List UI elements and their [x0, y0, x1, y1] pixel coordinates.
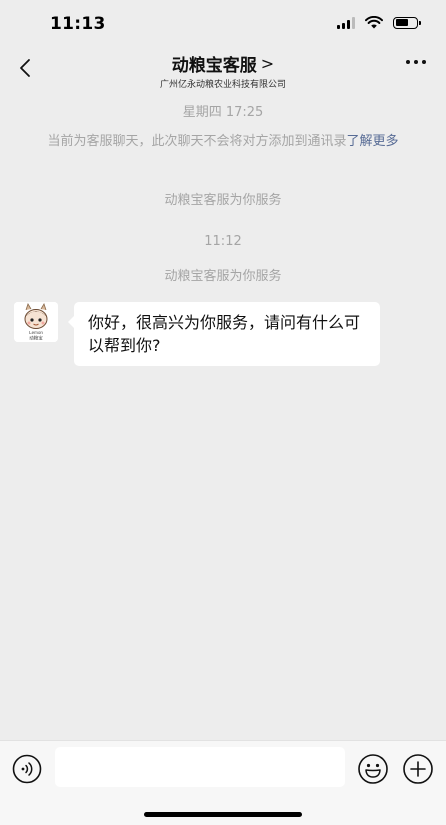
more-functions-button[interactable] [402, 753, 434, 785]
chat-subtitle: 广州亿永动粮农业科技有限公司 [159, 80, 286, 90]
customer-service-notice: 当前为客服聊天，此次聊天不会将对方添加到通讯录了解更多 [30, 131, 416, 153]
status-time: 11:13 [50, 14, 106, 34]
emoji-icon [358, 754, 388, 784]
navigation-bar: 动粮宝客服 > 广州亿永动粮农业科技有限公司 [0, 48, 446, 90]
dot [422, 60, 426, 64]
agent-avatar[interactable]: Lemon 动粮宝 [14, 302, 58, 342]
voice-input-button[interactable] [12, 754, 42, 784]
dot [406, 60, 410, 64]
status-bar: 11:13 [0, 0, 446, 48]
learn-more-link[interactable]: 了解更多 [347, 134, 399, 149]
emoji-button[interactable] [357, 753, 389, 785]
avatar-logo-text: Lemon [29, 330, 43, 335]
plus-icon [403, 754, 433, 784]
cellular-signal-icon [337, 16, 355, 29]
message-text: 你好，很高兴为你服务，请问有什么可以帮到你? [88, 313, 361, 355]
more-options-button[interactable] [406, 60, 426, 64]
chevron-right-icon: > [260, 54, 275, 73]
service-note: 动粮宝客服为你服务 [164, 193, 282, 208]
avatar-logo-caption: 动粮宝 [29, 335, 43, 342]
cartoon-mascot-icon: Lemon 动粮宝 [14, 302, 58, 342]
status-icons [337, 16, 421, 29]
message-bubble[interactable]: 你好，很高兴为你服务，请问有什么可以帮到你? [68, 302, 380, 366]
notice-text: 当前为客服聊天，此次聊天不会将对方添加到通讯录 [47, 134, 347, 149]
battery-icon [393, 16, 421, 29]
message-input[interactable] [55, 747, 345, 787]
chat-header[interactable]: 动粮宝客服 > 广州亿永动粮农业科技有限公司 [0, 51, 446, 90]
home-indicator [144, 812, 302, 817]
timestamp: 星期四 17:25 [182, 105, 264, 120]
timestamp: 11:12 [204, 234, 242, 249]
voice-icon [12, 754, 42, 784]
wifi-icon [365, 16, 383, 29]
chat-title-text: 动粮宝客服 [171, 56, 257, 76]
chat-title[interactable]: 动粮宝客服 > [172, 51, 274, 76]
dot [414, 60, 418, 64]
service-note: 动粮宝客服为你服务 [164, 269, 282, 284]
